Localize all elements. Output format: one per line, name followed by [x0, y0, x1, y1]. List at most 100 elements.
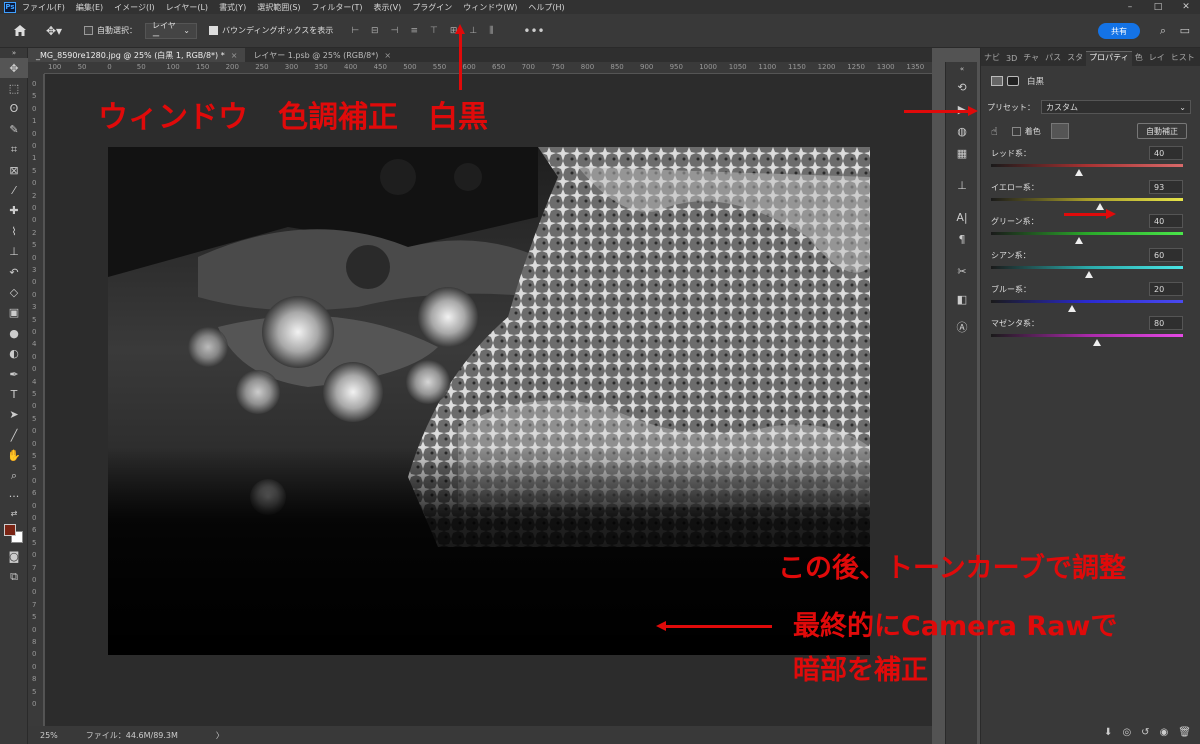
home-icon[interactable] — [10, 21, 30, 41]
align-right-icon[interactable]: ⊣ — [391, 26, 399, 36]
tab-styles[interactable]: スタ — [1064, 52, 1086, 66]
edit-toolbar-icon[interactable]: ··· — [0, 486, 28, 506]
tab-paths[interactable]: パス — [1042, 52, 1064, 66]
reset-icon[interactable]: ↺ — [1141, 727, 1149, 738]
align-top-icon[interactable]: ⊤ — [430, 26, 438, 36]
menu-edit[interactable]: 編集(E) — [76, 2, 103, 13]
tab-channels[interactable]: チャ — [1020, 52, 1042, 66]
menu-window[interactable]: ウィンドウ(W) — [463, 2, 517, 13]
healing-brush-tool-icon[interactable]: ✚ — [0, 201, 28, 221]
adjustment-layer-icon[interactable] — [991, 76, 1003, 86]
clone-stamp-tool-icon[interactable]: ⊥ — [0, 242, 28, 262]
dodge-tool-icon[interactable]: ◐ — [0, 343, 28, 363]
move-tool-icon[interactable]: ✥ — [0, 58, 28, 79]
slider-track[interactable] — [991, 300, 1183, 303]
search-icon[interactable]: ⌕ — [1160, 24, 1166, 38]
collapse-icon[interactable]: » — [0, 48, 28, 58]
pen-tool-icon[interactable]: ✒ — [0, 364, 28, 384]
gradient-tool-icon[interactable]: ▣ — [0, 303, 28, 323]
view-previous-icon[interactable]: ◎ — [1122, 727, 1131, 738]
minimize-button[interactable]: – — [1116, 0, 1144, 14]
slider-thumb[interactable] — [1067, 305, 1076, 312]
brush-tool-icon[interactable]: ⌇ — [0, 221, 28, 241]
preset-dropdown[interactable]: カスタム ⌄ — [1041, 100, 1191, 114]
move-tool-icon[interactable]: ✥▾ — [46, 24, 72, 38]
slider-value-input[interactable]: 20 — [1149, 282, 1183, 296]
trash-icon[interactable]: 🗑 — [1178, 727, 1191, 738]
eyedropper-tool-icon[interactable]: ⁄ — [0, 180, 28, 200]
workspace-icon[interactable]: ▭ — [1180, 24, 1190, 37]
menu-file[interactable]: ファイル(F) — [22, 2, 65, 13]
slider-track[interactable] — [991, 164, 1183, 167]
tint-checkbox[interactable] — [1011, 126, 1021, 136]
auto-button[interactable]: 自動補正 — [1137, 123, 1187, 139]
mask-icon[interactable] — [1007, 76, 1019, 86]
zoom-level[interactable]: 25% — [40, 731, 58, 740]
frame-tool-icon[interactable]: ⊠ — [0, 160, 28, 180]
quick-mask-icon[interactable]: ◙ — [0, 547, 28, 567]
slider-track[interactable] — [991, 334, 1183, 337]
targeted-adjust-hand-icon[interactable]: ☝ — [991, 125, 998, 138]
slider-thumb[interactable] — [1096, 203, 1105, 210]
swatches-grid-icon[interactable]: ▦ — [946, 142, 978, 164]
tab-layers[interactable]: レイ — [1146, 52, 1168, 66]
zoom-tool-icon[interactable]: ⌕ — [0, 466, 28, 486]
blur-tool-icon[interactable]: ● — [0, 323, 28, 343]
line-tool-icon[interactable]: ╱ — [0, 425, 28, 445]
swap-colors-icon[interactable]: ⇄ — [0, 507, 28, 521]
close-icon[interactable]: × — [231, 51, 238, 60]
crop-tool-icon[interactable]: ⌗ — [0, 140, 28, 160]
tab-document-2[interactable]: レイヤー 1.psb @ 25% (RGB/8*) × — [245, 48, 400, 62]
lasso-tool-icon[interactable]: ʘ — [0, 99, 28, 119]
screen-mode-icon[interactable]: ⧉ — [0, 567, 28, 587]
slider-track[interactable] — [991, 266, 1183, 269]
tab-3d[interactable]: 3D — [1003, 54, 1020, 66]
slider-value-input[interactable]: 80 — [1149, 316, 1183, 330]
tab-navigator[interactable]: ナビ — [981, 52, 1003, 66]
marquee-tool-icon[interactable]: ⬚ — [0, 78, 28, 98]
foreground-color-swatch[interactable] — [4, 523, 16, 536]
tab-properties[interactable]: プロパティ — [1086, 51, 1132, 66]
hand-tool-icon[interactable]: ✋ — [0, 445, 28, 465]
bounding-box-checkbox[interactable] — [209, 26, 218, 35]
collapse-icon[interactable]: « — [946, 62, 978, 76]
glyphs-icon[interactable]: Ⓐ — [946, 316, 978, 338]
distribute-icon[interactable]: ≡ — [410, 26, 418, 36]
libraries-icon[interactable]: ◧ — [946, 288, 978, 310]
more-options-button[interactable]: ••• — [523, 24, 544, 38]
slider-track[interactable] — [991, 198, 1183, 201]
menu-help[interactable]: ヘルプ(H) — [528, 2, 564, 13]
menu-image[interactable]: イメージ(I) — [114, 2, 154, 13]
close-button[interactable]: ✕ — [1172, 0, 1200, 14]
slider-value-input[interactable]: 60 — [1149, 248, 1183, 262]
path-select-tool-icon[interactable]: ➤ — [0, 405, 28, 425]
menu-plugins[interactable]: プラグイン — [412, 2, 452, 13]
visibility-eye-icon[interactable]: ◉ — [1160, 727, 1169, 738]
quick-select-tool-icon[interactable]: ✎ — [0, 119, 28, 139]
paragraph-icon[interactable]: ¶ — [946, 228, 978, 250]
tab-document-1[interactable]: _MG_8590re1280.jpg @ 25% (白黒 1, RGB/8*) … — [28, 48, 246, 62]
maximize-button[interactable]: □ — [1144, 0, 1172, 14]
slider-thumb[interactable] — [1075, 237, 1084, 244]
slider-value-input[interactable]: 40 — [1149, 146, 1183, 160]
eraser-tool-icon[interactable]: ◇ — [0, 282, 28, 302]
history-brush-tool-icon[interactable]: ↶ — [0, 262, 28, 282]
slider-value-input[interactable]: 93 — [1149, 180, 1183, 194]
tab-color[interactable]: 色 — [1132, 52, 1146, 66]
slider-track[interactable] — [991, 232, 1183, 235]
slider-thumb[interactable] — [1084, 271, 1093, 278]
slider-thumb[interactable] — [1092, 339, 1101, 346]
tool-presets-icon[interactable]: ✂ — [946, 260, 978, 282]
stamp-icon[interactable]: ⊥ — [946, 174, 978, 196]
distribute-v-icon[interactable]: ⫼ — [489, 26, 493, 36]
slider-value-input[interactable]: 40 — [1149, 214, 1183, 228]
palette-icon[interactable]: ◍ — [946, 120, 978, 142]
character-icon[interactable]: A| — [946, 206, 978, 228]
auto-select-dropdown[interactable]: レイヤー ⌄ — [145, 21, 197, 41]
align-left-icon[interactable]: ⊢ — [351, 26, 359, 36]
auto-select-checkbox[interactable] — [84, 26, 93, 35]
menu-view[interactable]: 表示(V) — [374, 2, 402, 13]
menu-type[interactable]: 書式(Y) — [219, 2, 246, 13]
menu-filter[interactable]: フィルター(T) — [312, 2, 363, 13]
clip-to-layer-icon[interactable]: ⬇ — [1104, 727, 1112, 738]
